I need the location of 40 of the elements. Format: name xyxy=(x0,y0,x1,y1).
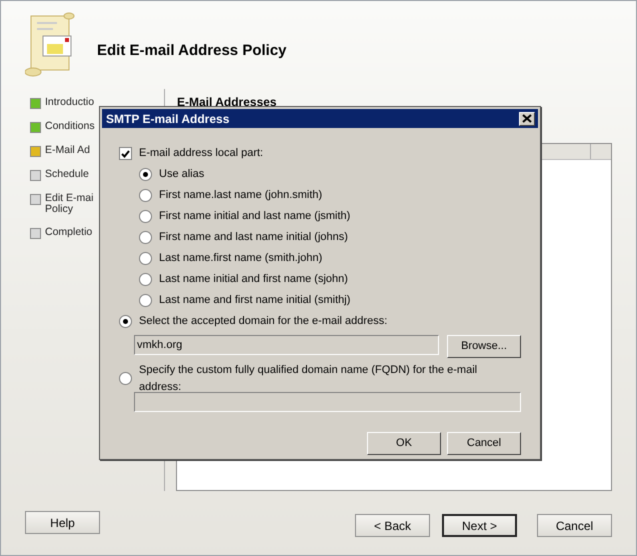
text-field[interactable] xyxy=(134,392,521,412)
radio-button[interactable] xyxy=(119,315,132,328)
radio-button[interactable] xyxy=(119,372,132,385)
radio-button[interactable] xyxy=(139,252,152,265)
radio-label: Specify the custom fully qualified domain name (FQDN) for the e-mail address: xyxy=(139,363,478,394)
step-label[interactable]: Introductio xyxy=(45,97,94,108)
radio-label: Select the accepted domain for the e-mail address: xyxy=(139,314,388,330)
radio-label: Last name initial and first name (sjohn) xyxy=(159,272,348,288)
text-field[interactable]: vmkh.org xyxy=(134,335,439,355)
wizard-button[interactable]: < Back xyxy=(355,514,430,537)
step-label[interactable]: Completio xyxy=(45,227,92,238)
radio-label: First name.last name (john.smith) xyxy=(159,188,322,204)
section-heading: E-Mail Addresses xyxy=(177,94,278,111)
radio-button[interactable] xyxy=(139,189,152,202)
dialog-title: SMTP E-mail Address xyxy=(106,110,230,128)
wizard-button[interactable]: Cancel xyxy=(537,514,612,537)
step-label[interactable]: Edit E-mai Policy xyxy=(45,193,94,216)
radio-label: Last name and first name initial (smithj) xyxy=(159,293,350,308)
radio-label: First name and last name initial (johns) xyxy=(159,230,348,246)
wizard-button[interactable]: Next > xyxy=(442,514,517,537)
radio-button[interactable] xyxy=(139,168,152,181)
radio-button[interactable] xyxy=(139,210,152,223)
radio-button[interactable] xyxy=(139,273,152,286)
step-label[interactable]: E-Mail Ad xyxy=(45,145,90,156)
radio-button[interactable] xyxy=(139,231,152,244)
window-title: Edit E-mail Address Policy xyxy=(97,42,286,60)
browse-button[interactable]: Browse... xyxy=(447,335,521,358)
radio-button[interactable] xyxy=(139,294,152,307)
close-button[interactable] xyxy=(519,112,535,126)
wizard-button[interactable]: Help xyxy=(25,511,100,534)
step-label[interactable]: Schedule xyxy=(45,169,89,180)
step-label[interactable]: Conditions xyxy=(45,121,95,132)
radio-label: First name initial and last name (jsmith) xyxy=(159,209,350,224)
radio-label: Use alias xyxy=(159,167,204,182)
radio-label: Last name.first name (smith.john) xyxy=(159,251,322,266)
dialog-button[interactable]: OK xyxy=(367,432,441,455)
dialog-button[interactable]: Cancel xyxy=(447,432,521,455)
checkbox[interactable] xyxy=(119,147,132,160)
scroll-envelope-icon xyxy=(25,12,77,78)
checkbox-label: E-mail address local part: xyxy=(139,146,264,162)
